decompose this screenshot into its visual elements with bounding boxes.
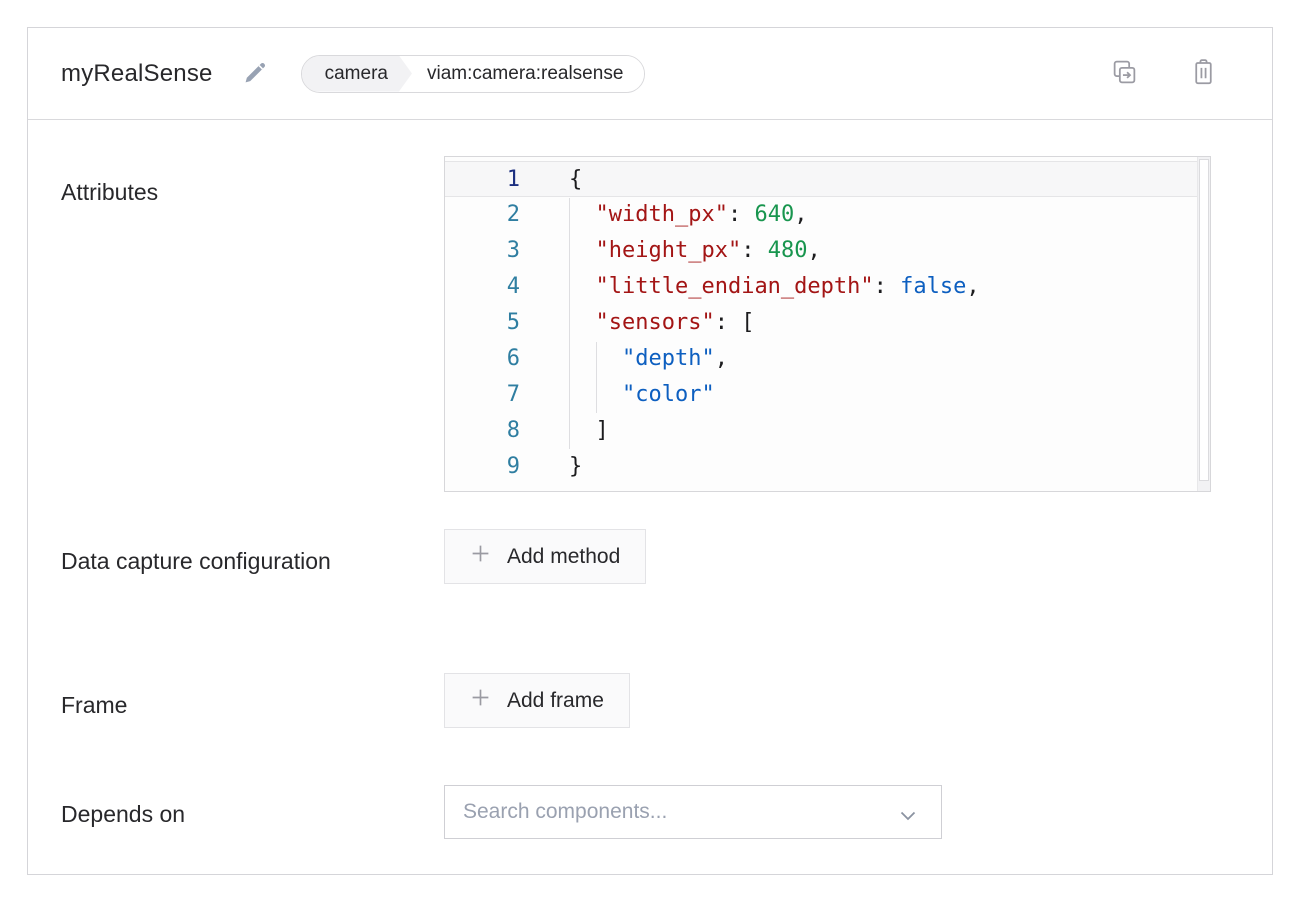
attributes-json-editor[interactable]: 1{2 "width_px": 640,3 "height_px": 480,4… (444, 156, 1211, 492)
add-frame-label: Add frame (507, 689, 604, 713)
plus-icon (470, 543, 491, 570)
plus-icon (470, 687, 491, 714)
code-text: "width_px": 640, (521, 197, 807, 233)
code-text: "color" (521, 377, 715, 413)
depends-on-search-input[interactable] (444, 785, 942, 839)
code-text: "depth", (521, 341, 728, 377)
code-line: 9} (445, 449, 1210, 485)
add-method-label: Add method (507, 545, 620, 569)
add-method-button[interactable]: Add method (444, 529, 646, 584)
component-type-breadcrumb: camera viam:camera:realsense (301, 55, 646, 93)
header-actions (1111, 58, 1216, 89)
component-name: myRealSense (61, 60, 213, 88)
card-body: Attributes 1{2 "width_px": 640,3 "height… (28, 120, 1272, 839)
line-number: 1 (445, 162, 521, 196)
delete-button[interactable] (1191, 58, 1216, 89)
code-line: 5 "sensors": [ (445, 305, 1210, 341)
code-line: 1{ (445, 161, 1210, 197)
add-frame-button[interactable]: Add frame (444, 673, 630, 728)
code-line: 6 "depth", (445, 341, 1210, 377)
line-number: 8 (445, 413, 521, 449)
code-line: 7 "color" (445, 377, 1210, 413)
code-line: 8 ] (445, 413, 1210, 449)
duplicate-icon (1111, 59, 1138, 89)
code-text: } (521, 449, 582, 485)
code-text: "sensors": [ (521, 305, 754, 341)
attributes-label: Attributes (61, 156, 444, 212)
depends-on-label: Depends on (61, 785, 444, 834)
line-number: 4 (445, 269, 521, 305)
code-line: 4 "little_endian_depth": false, (445, 269, 1210, 305)
edit-name-button[interactable] (242, 59, 269, 89)
depends-on-select (444, 785, 942, 839)
line-number: 9 (445, 449, 521, 485)
breadcrumb-type: camera (302, 56, 412, 92)
pencil-icon (242, 59, 269, 89)
line-number: 7 (445, 377, 521, 413)
editor-scrollbar-thumb[interactable] (1199, 159, 1209, 481)
code-text: { (521, 162, 582, 196)
code-lines: 1{2 "width_px": 640,3 "height_px": 480,4… (445, 161, 1210, 485)
code-line: 2 "width_px": 640, (445, 197, 1210, 233)
line-number: 6 (445, 341, 521, 377)
data-capture-label: Data capture configuration (61, 529, 444, 581)
frame-section: Frame Add frame (61, 673, 1240, 728)
component-config-card: myRealSense camera viam:camera:realsense (27, 27, 1273, 875)
code-text: ] (521, 413, 609, 449)
data-capture-section: Data capture configuration Add method (61, 529, 1240, 584)
line-number: 3 (445, 233, 521, 269)
frame-label: Frame (61, 673, 444, 725)
card-header: myRealSense camera viam:camera:realsense (28, 28, 1272, 120)
code-text: "little_endian_depth": false, (521, 269, 980, 305)
line-number: 2 (445, 197, 521, 233)
code-text: "height_px": 480, (521, 233, 821, 269)
editor-scrollbar (1197, 157, 1210, 491)
line-number: 5 (445, 305, 521, 341)
trash-icon (1191, 58, 1216, 89)
depends-on-section: Depends on (61, 785, 1240, 839)
code-line: 3 "height_px": 480, (445, 233, 1210, 269)
breadcrumb-model: viam:camera:realsense (412, 56, 644, 92)
duplicate-button[interactable] (1111, 59, 1138, 89)
attributes-section: Attributes 1{2 "width_px": 640,3 "height… (61, 156, 1240, 492)
